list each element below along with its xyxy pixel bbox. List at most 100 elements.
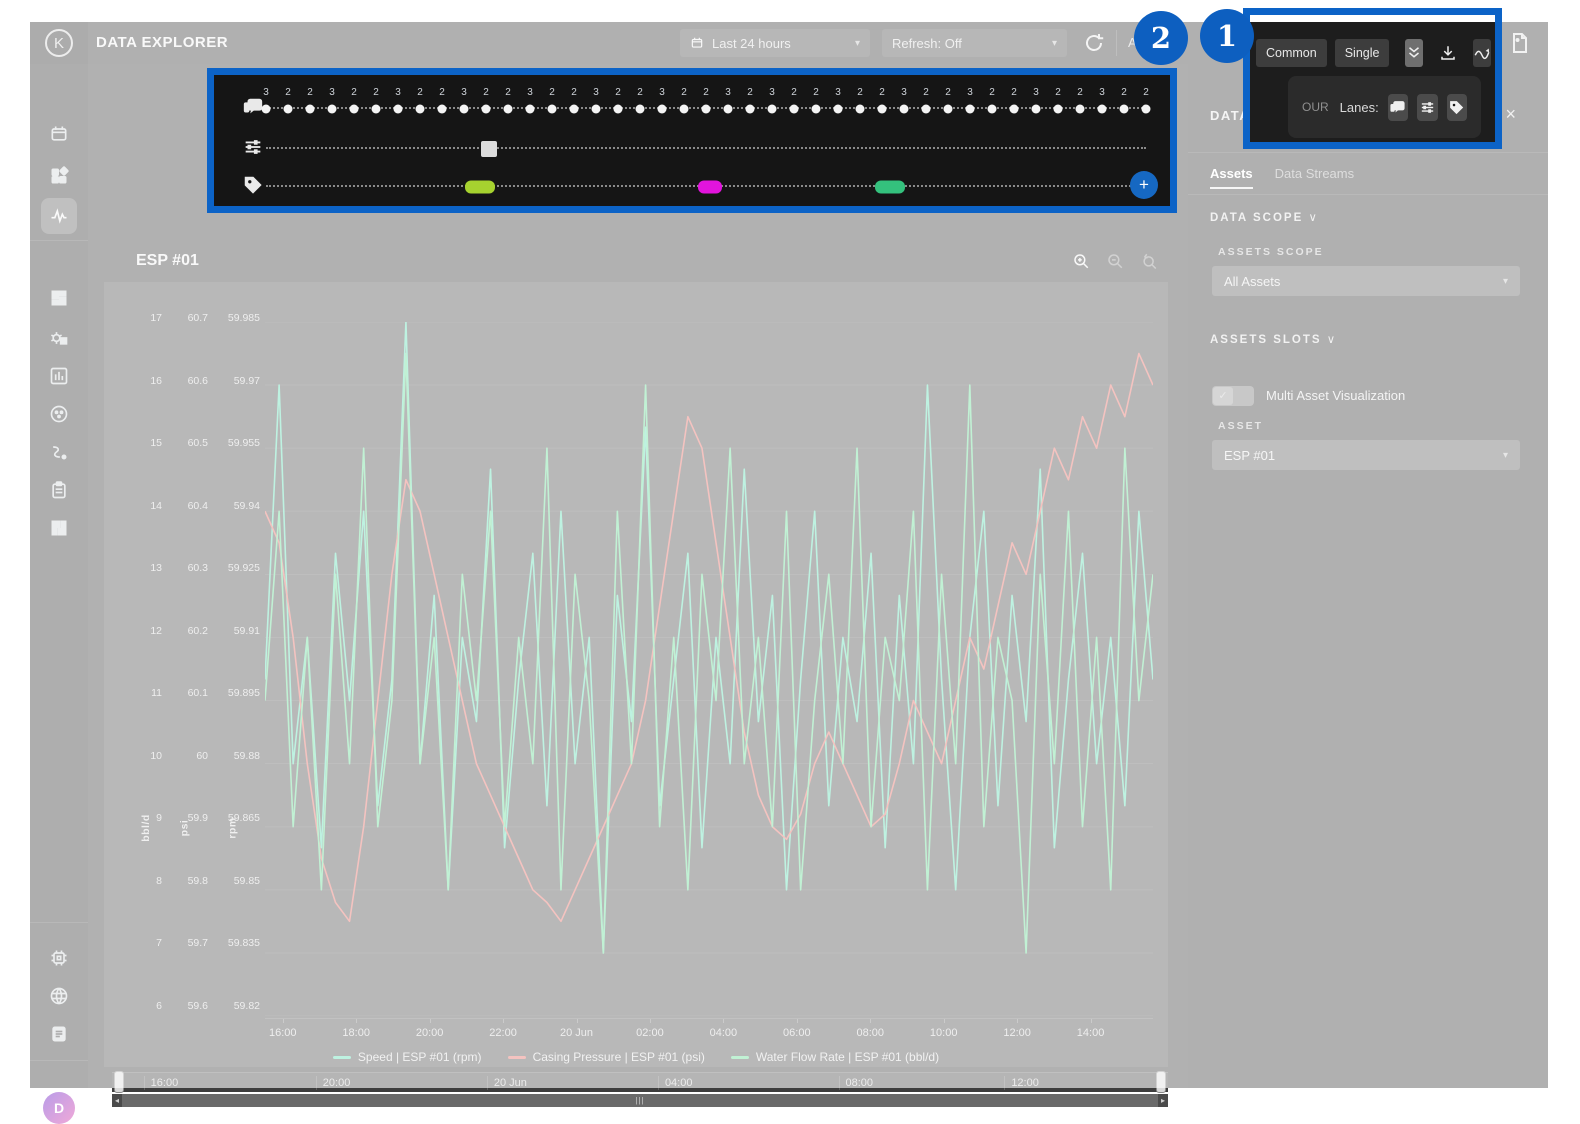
lanes-toggle-button[interactable] [1405,39,1423,67]
tag-icon [1448,99,1465,116]
comment-count: 2 [373,87,379,98]
comment-count: 2 [857,87,863,98]
lanes-strip-highlight: 3223223223223223223223232232232232232232… [207,68,1177,213]
comment-event-dot[interactable] [1032,105,1041,114]
panel-title-fragment: OUR [1302,100,1329,114]
comment-event-dot[interactable] [680,105,689,114]
comment-count: 3 [659,87,665,98]
comment-event-dot[interactable] [658,105,667,114]
comment-count: 3 [593,87,599,98]
comment-count: 3 [725,87,731,98]
axis-single-button[interactable]: Single [1335,39,1390,67]
comment-count: 2 [505,87,511,98]
comment-count: 2 [285,87,291,98]
comment-event-dot[interactable] [724,105,733,114]
comment-count: 3 [1099,87,1105,98]
comment-event-dot[interactable] [306,105,315,114]
comment-count: 2 [1121,87,1127,98]
comment-event-dot[interactable] [394,105,403,114]
axis-mode-toolbar: Common Single [1256,38,1491,68]
comment-event-dot[interactable] [636,105,645,114]
comment-event-dot[interactable] [1054,105,1063,114]
settings-lane-button[interactable] [1417,94,1437,121]
comment-event-dot[interactable] [570,105,579,114]
tag-event-marker[interactable] [698,181,722,194]
comment-count: 2 [307,87,313,98]
comment-event-dot[interactable] [548,105,557,114]
annotation-badge-1: 1 [1200,9,1254,63]
scroll-left-icon[interactable]: ◂ [112,1094,122,1107]
comment-count: 2 [813,87,819,98]
tags-lane-button[interactable] [1447,94,1467,121]
comment-event-dot[interactable] [504,105,513,114]
download-icon [1439,44,1457,62]
tag-event-marker[interactable] [875,181,905,194]
avatar[interactable]: D [43,1092,75,1124]
settings-lane-line [266,147,1146,149]
comment-event-dot[interactable] [856,105,865,114]
timeline-scrollbar[interactable]: ◂ ||| ▸ [112,1094,1168,1107]
comment-count: 3 [263,87,269,98]
comment-event-dot[interactable] [988,105,997,114]
toolbar-backdrop: Common Single OUR Lanes: [1250,22,1495,142]
comment-event-dot[interactable] [878,105,887,114]
comment-event-dot[interactable] [966,105,975,114]
comment-event-dot[interactable] [900,105,909,114]
comment-event-dot[interactable] [768,105,777,114]
tags-lane-line [266,185,1146,187]
comment-event-dot[interactable] [702,105,711,114]
comment-event-dot[interactable] [834,105,843,114]
comment-count: 2 [549,87,555,98]
comment-event-dot[interactable] [526,105,535,114]
comment-count: 2 [1143,87,1149,98]
comment-event-dot[interactable] [1120,105,1129,114]
comment-count: 2 [615,87,621,98]
comment-count: 3 [769,87,775,98]
comment-event-dot[interactable] [1010,105,1019,114]
comment-event-dot[interactable] [482,105,491,114]
axis-common-button[interactable]: Common [1256,39,1327,67]
comment-count: 2 [1077,87,1083,98]
comment-event-dot[interactable] [812,105,821,114]
comment-event-dot[interactable] [416,105,425,114]
comment-event-dot[interactable] [262,105,271,114]
comments-lane-line: 3223223223223223223223232232232232232232… [266,107,1146,109]
comment-count: 3 [527,87,533,98]
scroll-thumb[interactable]: ||| [122,1094,1158,1107]
download-button[interactable] [1439,39,1457,67]
comment-event-dot[interactable] [328,105,337,114]
settings-event-marker[interactable] [481,141,497,157]
comment-event-dot[interactable] [614,105,623,114]
comment-event-dot[interactable] [746,105,755,114]
sliders-lane-icon[interactable] [242,136,264,158]
double-chevron-down-icon [1405,44,1423,62]
comment-count: 3 [329,87,335,98]
comment-event-dot[interactable] [790,105,799,114]
trend-button[interactable] [1473,39,1491,67]
comment-count: 3 [901,87,907,98]
trend-arrow-icon [1473,44,1491,62]
comment-event-dot[interactable] [1076,105,1085,114]
comment-count: 2 [791,87,797,98]
comment-count: 3 [835,87,841,98]
comment-event-dot[interactable] [350,105,359,114]
add-lane-item-button[interactable]: + [1130,171,1158,199]
comment-event-dot[interactable] [944,105,953,114]
comment-event-dot[interactable] [1098,105,1107,114]
comment-event-dot[interactable] [438,105,447,114]
comment-count: 2 [571,87,577,98]
scroll-right-icon[interactable]: ▸ [1158,1094,1168,1107]
lanes-popup-label: Lanes: [1340,100,1379,115]
comment-event-dot[interactable] [284,105,293,114]
tag-lane-icon[interactable] [242,174,264,196]
comment-count: 3 [967,87,973,98]
comment-count: 2 [483,87,489,98]
comment-event-dot[interactable] [372,105,381,114]
tag-event-marker[interactable] [465,181,495,194]
comment-event-dot[interactable] [922,105,931,114]
comment-event-dot[interactable] [1142,105,1151,114]
comment-count: 2 [1011,87,1017,98]
comments-lane-button[interactable] [1388,94,1408,121]
comment-event-dot[interactable] [460,105,469,114]
comment-event-dot[interactable] [592,105,601,114]
